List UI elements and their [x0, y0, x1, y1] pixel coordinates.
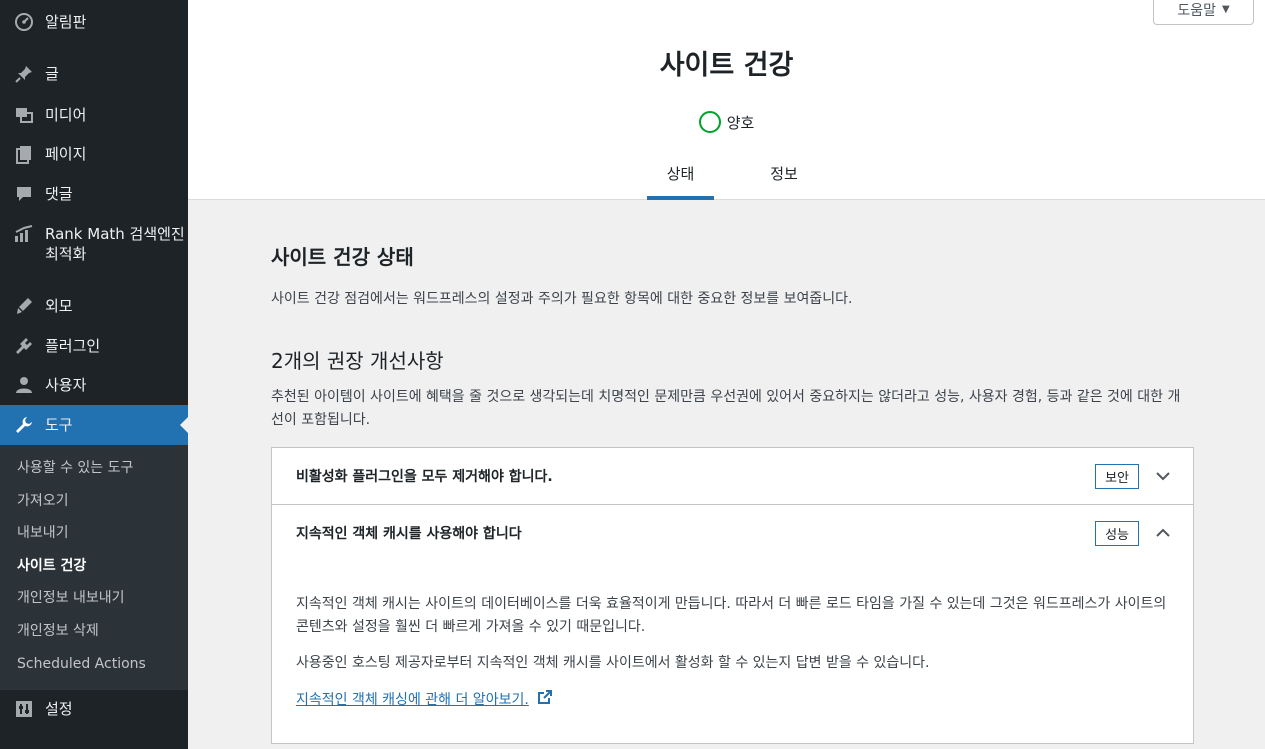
page-title: 사이트 건강 — [659, 50, 794, 81]
chevron-up-icon — [1153, 523, 1173, 543]
tab-label: 정보 — [770, 165, 798, 183]
admin-sidebar: 알림판 글 미디어 페이지 댓글 Rank Math 검색엔진 최적화 외모 플… — [0, 0, 188, 749]
pages-icon — [12, 144, 36, 164]
sidebar-item-appearance[interactable]: 외모 — [0, 296, 188, 316]
section-title: 사이트 건강 상태 — [271, 245, 414, 269]
users-icon — [12, 375, 36, 395]
tab-info[interactable]: 정보 — [754, 150, 814, 200]
sidebar-item-tools[interactable]: 도구 — [0, 405, 188, 445]
sidebar-item-label: 댓글 — [45, 185, 73, 203]
help-button[interactable]: 도움말 ▼ — [1153, 0, 1254, 25]
help-button-label: 도움말 — [1177, 2, 1216, 19]
plugins-icon — [12, 336, 36, 356]
sidebar-item-label: 페이지 — [45, 145, 87, 163]
tab-label: 상태 — [666, 165, 695, 183]
health-status: 양호 — [188, 111, 1265, 133]
sidebar-item-label: Rank Math 검색엔진 최적화 — [45, 225, 185, 263]
media-icon — [12, 105, 36, 125]
site-health-header: 도움말 ▼ 사이트 건강 양호 상태 정보 — [188, 0, 1265, 200]
comments-icon — [12, 184, 36, 204]
rank-math-icon — [12, 224, 36, 244]
recommendations-accordion: 비활성화 플러그인을 모두 제거해야 합니다. 보안 지속적인 객체 캐시를 사… — [271, 447, 1194, 744]
chevron-down-icon — [1153, 466, 1173, 486]
submenu-item-available-tools[interactable]: 사용할 수 있는 도구 — [17, 458, 133, 478]
sidebar-item-label: 플러그인 — [45, 337, 101, 355]
status-circle-icon — [698, 111, 721, 133]
sidebar-item-dashboard[interactable]: 알림판 — [0, 12, 188, 32]
sidebar-item-comments[interactable]: 댓글 — [0, 184, 188, 204]
sidebar-item-media[interactable]: 미디어 — [0, 105, 188, 125]
accordion-title: 비활성화 플러그인을 모두 제거해야 합니다. — [296, 469, 553, 485]
external-link-icon — [537, 689, 553, 713]
sidebar-item-label: 도구 — [45, 416, 73, 434]
sidebar-item-label: 외모 — [45, 297, 73, 315]
sidebar-item-users[interactable]: 사용자 — [0, 375, 188, 395]
sidebar-item-label: 미디어 — [45, 106, 87, 124]
submenu-item-export-personal-data[interactable]: 개인정보 내보내기 — [17, 588, 125, 608]
learn-more-link[interactable]: 지속적인 객체 캐싱에 관해 더 알아보기. — [296, 692, 529, 708]
submenu-item-erase-personal-data[interactable]: 개인정보 삭제 — [17, 621, 99, 641]
caret-down-icon: ▼ — [1221, 4, 1230, 15]
sidebar-item-label: 글 — [45, 65, 59, 83]
accordion-item-object-cache[interactable]: 지속적인 객체 캐시를 사용해야 합니다 성능 — [272, 505, 1193, 561]
sidebar-item-label: 알림판 — [45, 13, 87, 31]
submenu-item-export[interactable]: 내보내기 — [17, 523, 69, 543]
tools-submenu: 사용할 수 있는 도구 가져오기 내보내기 사이트 건강 개인정보 내보내기 개… — [0, 445, 188, 690]
accordion-body-paragraph: 사용중인 호스팅 제공자로부터 지속적인 객체 캐시를 사이트에서 활성화 할 … — [296, 655, 930, 671]
accordion-title: 지속적인 객체 캐시를 사용해야 합니다 — [296, 526, 522, 542]
accordion-body-paragraph: 지속적인 객체 캐시는 사이트의 데이터베이스를 더욱 효율적이게 만듭니다. … — [296, 596, 1167, 635]
active-indicator — [180, 417, 188, 433]
tools-icon — [12, 415, 36, 435]
appearance-icon — [12, 296, 36, 316]
submenu-item-import[interactable]: 가져오기 — [17, 491, 69, 511]
accordion-item-inactive-plugins[interactable]: 비활성화 플러그인을 모두 제거해야 합니다. 보안 — [272, 448, 1193, 504]
section-description: 사이트 건강 점검에서는 워드프레스의 설정과 주의가 필요한 항목에 대한 중… — [271, 291, 853, 307]
pushpin-icon — [12, 64, 36, 84]
tab-status[interactable]: 상태 — [647, 150, 714, 200]
sidebar-item-plugins[interactable]: 플러그인 — [0, 336, 188, 356]
status-label: 양호 — [726, 113, 755, 132]
dashboard-icon — [12, 12, 36, 32]
sidebar-item-rank-math[interactable]: Rank Math 검색엔진 최적화 — [0, 224, 188, 264]
submenu-item-site-health[interactable]: 사이트 건강 — [17, 556, 86, 576]
learn-more-row: 지속적인 객체 캐싱에 관해 더 알아보기. — [296, 689, 1176, 713]
badge-security: 보안 — [1095, 464, 1139, 489]
sidebar-item-label: 사용자 — [45, 376, 87, 394]
sidebar-item-settings[interactable]: 설정 — [0, 699, 188, 719]
submenu-item-scheduled-actions[interactable]: Scheduled Actions — [17, 654, 146, 674]
sidebar-item-label: 설정 — [45, 700, 73, 718]
recommendations-description: 추천된 아이템이 사이트에 혜택을 줄 것으로 생각되는데 치명적인 문제만큼 … — [271, 389, 1181, 428]
sidebar-item-posts[interactable]: 글 — [0, 64, 188, 84]
recommendations-heading: 2개의 권장 개선사항 — [271, 349, 444, 373]
sidebar-item-pages[interactable]: 페이지 — [0, 144, 188, 164]
settings-icon — [12, 699, 36, 719]
badge-performance: 성능 — [1095, 521, 1139, 546]
